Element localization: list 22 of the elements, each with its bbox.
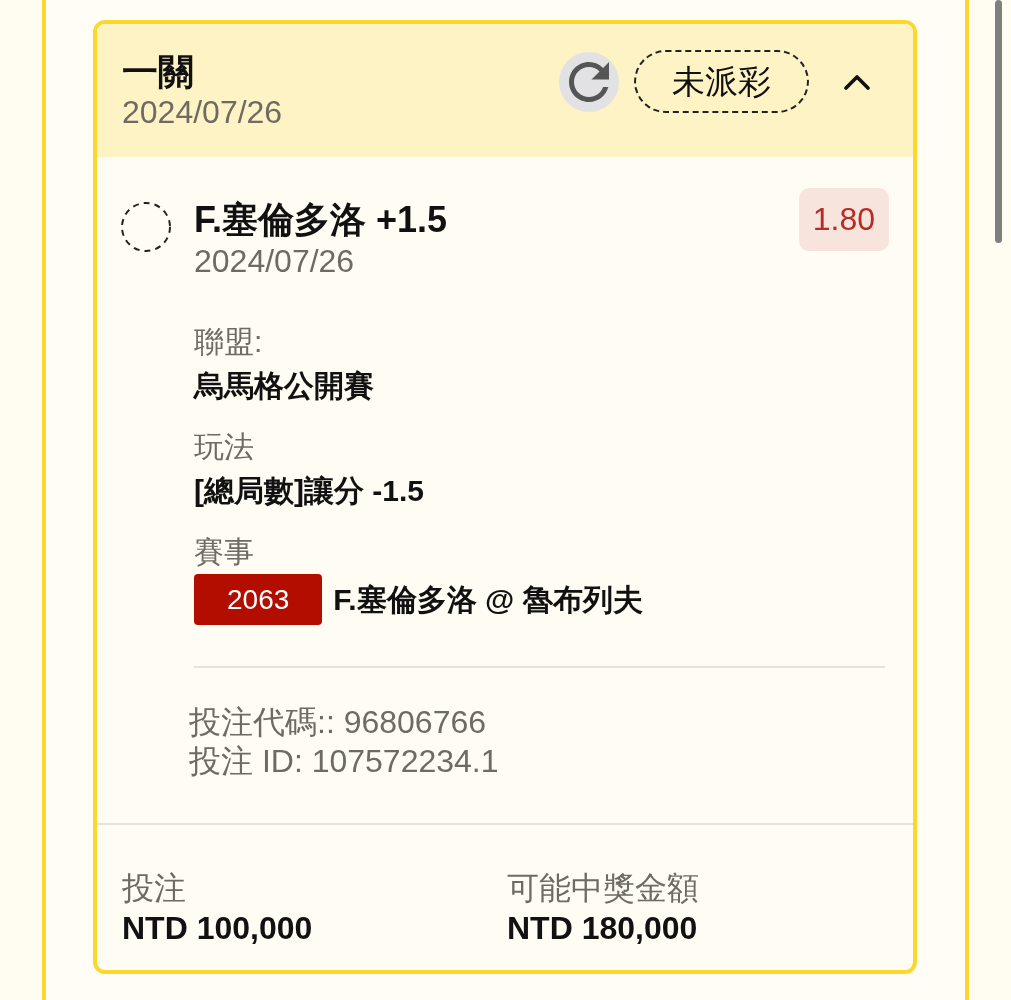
event-number-tag: 2063 bbox=[194, 574, 323, 625]
scrollbar-thumb[interactable] bbox=[995, 0, 1002, 243]
refresh-icon[interactable] bbox=[559, 51, 619, 112]
detail-label: 聯盟: bbox=[194, 324, 263, 360]
summary-label: 可能中獎金額 bbox=[507, 869, 699, 908]
bet-date: 2024/07/26 bbox=[122, 92, 283, 131]
selection-date: 2024/07/26 bbox=[194, 242, 355, 280]
bet-type-title: 一關 bbox=[122, 50, 194, 93]
summary-amount: NTD 180,000 bbox=[507, 909, 698, 948]
detail-label: 玩法 bbox=[194, 429, 254, 465]
chevron-up-icon[interactable] bbox=[844, 73, 870, 90]
odds-badge: 1.80 bbox=[798, 188, 889, 251]
event-matchup: F.塞倫多洛 @ 魯布列夫 bbox=[333, 581, 643, 618]
detail-value: [總局數]讓分 -1.5 bbox=[194, 473, 424, 509]
selection-name: F.塞倫多洛 +1.5 bbox=[194, 198, 448, 242]
detail-label: 賽事 bbox=[194, 534, 254, 570]
summary-amount: NTD 100,000 bbox=[122, 909, 313, 948]
detail-value: 烏馬格公開賽 bbox=[194, 368, 374, 404]
status-tag: 未派彩 bbox=[634, 50, 809, 113]
bet-reference-text: 投注 ID: 107572234.1 bbox=[189, 742, 499, 781]
bet-reference-text: 投注代碼:: 96806766 bbox=[189, 703, 487, 742]
summary-label: 投注 bbox=[122, 869, 186, 908]
